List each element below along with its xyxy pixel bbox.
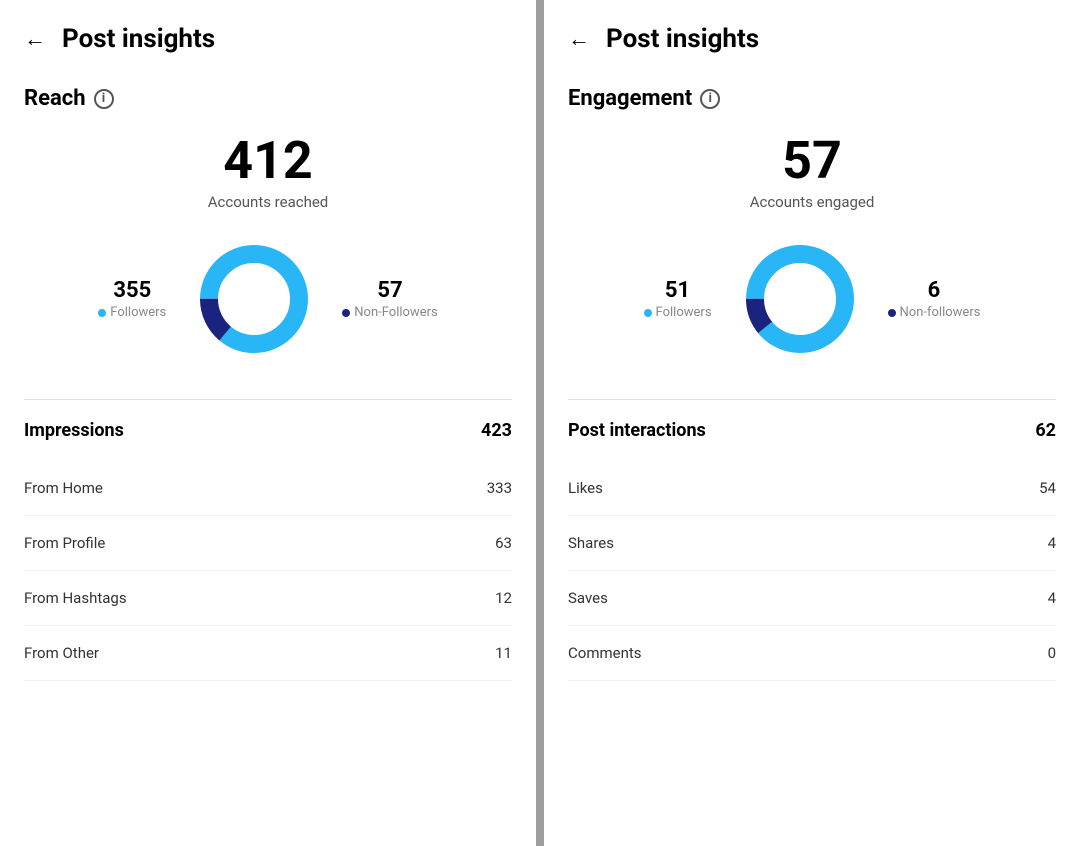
table-row: Saves 4 (568, 571, 1056, 626)
eng-non-followers-label: Non-followers (888, 305, 981, 320)
table-row: Likes 54 (568, 461, 1056, 516)
right-page-title: Post insights (606, 24, 759, 54)
right-panel: ← Post insights Engagement i 57 Accounts… (544, 0, 1080, 846)
engagement-info-icon[interactable]: i (700, 89, 720, 109)
table-row: Comments 0 (568, 626, 1056, 681)
impressions-section: Impressions 423 From Home 333 From Profi… (24, 399, 512, 681)
eng-non-followers-count: 6 (888, 278, 981, 303)
non-followers-dot (342, 309, 350, 317)
non-followers-legend: 57 Non-Followers (342, 278, 437, 320)
eng-non-followers-dot (888, 309, 896, 317)
accounts-engaged-label: Accounts engaged (568, 193, 1056, 211)
table-row: From Home 333 (24, 461, 512, 516)
interactions-rows: Likes 54 Shares 4 Saves 4 Comments 0 (568, 461, 1056, 681)
reach-donut-section: 355 Followers 57 Non-Followers (24, 239, 512, 359)
panel-divider (536, 0, 544, 846)
followers-label: Followers (98, 305, 166, 320)
interactions-label: Post interactions (568, 420, 706, 441)
non-followers-label: Non-Followers (342, 305, 437, 320)
impressions-label: Impressions (24, 420, 124, 441)
left-page-title: Post insights (62, 24, 215, 54)
right-back-button[interactable]: ← (568, 26, 590, 52)
eng-non-followers-legend: 6 Non-followers (888, 278, 981, 320)
followers-dot (98, 309, 106, 317)
eng-followers-count: 51 (644, 278, 712, 303)
reach-info-icon[interactable]: i (94, 89, 114, 109)
accounts-engaged-number: 57 (568, 135, 1056, 187)
impressions-total: 423 (481, 420, 512, 441)
accounts-reached-number: 412 (24, 135, 512, 187)
table-row: From Hashtags 12 (24, 571, 512, 626)
accounts-reached-label: Accounts reached (24, 193, 512, 211)
eng-followers-dot (644, 309, 652, 317)
left-back-button[interactable]: ← (24, 26, 46, 52)
followers-count: 355 (98, 278, 166, 303)
reach-section-title: Reach i (24, 86, 512, 111)
table-row: Shares 4 (568, 516, 1056, 571)
eng-followers-legend: 51 Followers (644, 278, 712, 320)
followers-legend: 355 Followers (98, 278, 166, 320)
right-header: ← Post insights (568, 20, 1056, 54)
impressions-rows: From Home 333 From Profile 63 From Hasht… (24, 461, 512, 681)
non-followers-count: 57 (342, 278, 437, 303)
table-row: From Profile 63 (24, 516, 512, 571)
left-header: ← Post insights (24, 20, 512, 54)
interactions-section: Post interactions 62 Likes 54 Shares 4 S… (568, 399, 1056, 681)
reach-donut-chart (194, 239, 314, 359)
engagement-donut-section: 51 Followers 6 Non-followers (568, 239, 1056, 359)
engagement-section-title: Engagement i (568, 86, 1056, 111)
interactions-header: Post interactions 62 (568, 420, 1056, 441)
left-panel: ← Post insights Reach i 412 Accounts rea… (0, 0, 536, 846)
impressions-header: Impressions 423 (24, 420, 512, 441)
interactions-total: 62 (1035, 420, 1056, 441)
engagement-donut-chart (740, 239, 860, 359)
table-row: From Other 11 (24, 626, 512, 681)
eng-followers-label: Followers (644, 305, 712, 320)
